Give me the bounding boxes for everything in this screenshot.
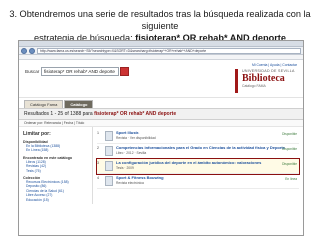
record-availability: En línea xyxy=(285,177,297,181)
result-record[interactable]: 4 Sport & Fitness Bouwing Revista electr… xyxy=(97,174,299,189)
logo-subtitle: Catálogo FAMA xyxy=(242,84,266,88)
tab-catalogo-fama[interactable]: Catálogo Fama xyxy=(24,100,64,108)
record-number: 1 xyxy=(97,131,99,135)
record-cover-icon xyxy=(105,146,113,156)
record-availability: Disponible xyxy=(282,132,297,136)
forward-icon[interactable] xyxy=(29,47,35,54)
slide-caption: 3. Obtendremos una serie de resultados t… xyxy=(0,8,320,44)
result-record[interactable]: 2 Competencias informacionales para el G… xyxy=(97,144,299,159)
logo-title: Biblioteca xyxy=(242,73,285,84)
browser-address-bar: http://www.fama.us.es/search~S5/?searcht… xyxy=(19,47,303,55)
back-icon[interactable] xyxy=(21,47,27,54)
caption-line-1: 3. Obtendremos una serie de resultados t… xyxy=(9,9,311,31)
record-meta: Tesis · 2009 xyxy=(116,165,134,170)
record-number: 3 xyxy=(97,161,99,165)
facet-title: Limitar por: xyxy=(23,131,51,137)
result-record[interactable]: 3 La configuración jurídica del deporte … xyxy=(96,158,300,175)
result-record[interactable]: 1 Sport Illustr. Revista · Ver disponibi… xyxy=(97,129,299,144)
results-count: Resultados 1 - 25 of 1388 para xyxy=(24,111,93,117)
library-logo: UNIVERSIDAD DE SEVILLA Biblioteca Catálo… xyxy=(235,69,295,93)
record-number: 4 xyxy=(97,176,99,180)
catalog-tabs: Catálogo Fama Catálogo xyxy=(19,98,303,108)
results-summary: Resultados 1 - 25 of 1388 para fisiotera… xyxy=(19,108,303,120)
record-number: 2 xyxy=(97,146,99,150)
facet-item[interactable]: Educación (15) xyxy=(23,198,88,202)
top-links[interactable]: Mi Cuenta | Ayuda | Contactar xyxy=(252,63,297,67)
record-meta: Revista · Ver disponibilidad xyxy=(116,135,156,140)
sort-options[interactable]: Ordenar por: Relevancia | Fecha | Título xyxy=(19,120,303,127)
search-label: Buscar xyxy=(25,69,40,74)
record-meta: Revista electrónica xyxy=(116,180,144,185)
record-availability: Disponible xyxy=(282,162,297,166)
search-input[interactable] xyxy=(41,67,119,76)
url-field[interactable]: http://www.fama.us.es/search~S5/?searcht… xyxy=(37,47,301,54)
results-list: 1 Sport Illustr. Revista · Ver disponibi… xyxy=(93,127,303,204)
facet-group: Colección Recursos Electrónicos (158) De… xyxy=(23,176,88,202)
facet-item[interactable]: Tesis (75) xyxy=(23,169,88,173)
record-availability: Disponible xyxy=(282,147,297,151)
results-area: Limitar por: Disponibilidad En la Biblio… xyxy=(19,127,303,205)
facet-sidebar: Limitar por: Disponibilidad En la Biblio… xyxy=(19,127,93,205)
record-meta: Libro · 2012 · Sevilla xyxy=(116,150,147,155)
library-header: Buscar Mi Cuenta | Ayuda | Contactar UNI… xyxy=(19,60,303,98)
facet-item[interactable]: En Línea (158) xyxy=(23,148,88,152)
facet-group: Encontrado en este catálogo Libros (1128… xyxy=(23,156,88,173)
record-cover-icon xyxy=(105,161,113,171)
catalog-screenshot: http://www.fama.us.es/search~S5/?searcht… xyxy=(18,40,304,236)
search-button[interactable] xyxy=(120,67,129,76)
facet-group: Disponibilidad En la Biblioteca (1388) E… xyxy=(23,140,88,153)
record-cover-icon xyxy=(105,131,113,141)
tab-catalogo[interactable]: Catálogo xyxy=(64,100,94,108)
record-cover-icon xyxy=(105,176,113,186)
results-query: fisioterap* OR rehab* AND deporte xyxy=(94,111,177,117)
